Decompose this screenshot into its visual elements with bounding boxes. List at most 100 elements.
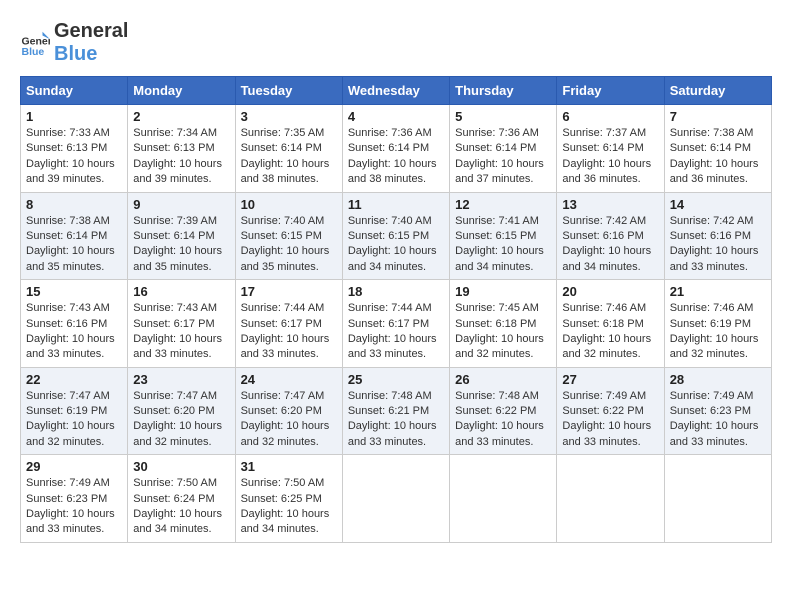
day-info: Sunrise: 7:40 AM Sunset: 6:15 PM Dayligh… xyxy=(348,214,444,276)
calendar-cell: 21 Sunrise: 7:46 AM Sunset: 6:19 PM Dayl… xyxy=(664,280,771,368)
calendar-cell xyxy=(557,455,664,543)
day-number: 16 xyxy=(133,284,229,299)
day-info: Sunrise: 7:43 AM Sunset: 6:16 PM Dayligh… xyxy=(26,301,122,363)
weekday-header-wednesday: Wednesday xyxy=(342,77,449,105)
calendar-cell: 31 Sunrise: 7:50 AM Sunset: 6:25 PM Dayl… xyxy=(235,455,342,543)
day-info: Sunrise: 7:41 AM Sunset: 6:15 PM Dayligh… xyxy=(455,214,551,276)
day-number: 26 xyxy=(455,372,551,387)
day-info: Sunrise: 7:47 AM Sunset: 6:20 PM Dayligh… xyxy=(133,389,229,451)
day-info: Sunrise: 7:48 AM Sunset: 6:22 PM Dayligh… xyxy=(455,389,551,451)
day-info: Sunrise: 7:33 AM Sunset: 6:13 PM Dayligh… xyxy=(26,126,122,188)
calendar-cell: 10 Sunrise: 7:40 AM Sunset: 6:15 PM Dayl… xyxy=(235,192,342,280)
day-info: Sunrise: 7:49 AM Sunset: 6:23 PM Dayligh… xyxy=(670,389,766,451)
calendar-cell: 23 Sunrise: 7:47 AM Sunset: 6:20 PM Dayl… xyxy=(128,367,235,455)
weekday-header-tuesday: Tuesday xyxy=(235,77,342,105)
day-number: 14 xyxy=(670,197,766,212)
day-number: 2 xyxy=(133,109,229,124)
day-info: Sunrise: 7:36 AM Sunset: 6:14 PM Dayligh… xyxy=(455,126,551,188)
day-number: 7 xyxy=(670,109,766,124)
day-info: Sunrise: 7:50 AM Sunset: 6:25 PM Dayligh… xyxy=(241,476,337,538)
calendar-cell: 3 Sunrise: 7:35 AM Sunset: 6:14 PM Dayli… xyxy=(235,105,342,193)
day-number: 25 xyxy=(348,372,444,387)
day-number: 30 xyxy=(133,459,229,474)
day-number: 10 xyxy=(241,197,337,212)
day-number: 29 xyxy=(26,459,122,474)
day-number: 5 xyxy=(455,109,551,124)
calendar-cell: 11 Sunrise: 7:40 AM Sunset: 6:15 PM Dayl… xyxy=(342,192,449,280)
day-info: Sunrise: 7:35 AM Sunset: 6:14 PM Dayligh… xyxy=(241,126,337,188)
calendar-cell: 26 Sunrise: 7:48 AM Sunset: 6:22 PM Dayl… xyxy=(450,367,557,455)
day-number: 11 xyxy=(348,197,444,212)
day-number: 19 xyxy=(455,284,551,299)
calendar-cell: 9 Sunrise: 7:39 AM Sunset: 6:14 PM Dayli… xyxy=(128,192,235,280)
day-number: 31 xyxy=(241,459,337,474)
day-number: 1 xyxy=(26,109,122,124)
day-info: Sunrise: 7:43 AM Sunset: 6:17 PM Dayligh… xyxy=(133,301,229,363)
day-info: Sunrise: 7:46 AM Sunset: 6:19 PM Dayligh… xyxy=(670,301,766,363)
day-number: 6 xyxy=(562,109,658,124)
day-info: Sunrise: 7:49 AM Sunset: 6:22 PM Dayligh… xyxy=(562,389,658,451)
day-info: Sunrise: 7:47 AM Sunset: 6:19 PM Dayligh… xyxy=(26,389,122,451)
logo: General Blue General Blue xyxy=(20,20,128,66)
page-header: General Blue General Blue xyxy=(20,20,772,66)
logo-blue-text: Blue xyxy=(54,43,97,65)
day-info: Sunrise: 7:37 AM Sunset: 6:14 PM Dayligh… xyxy=(562,126,658,188)
calendar-cell: 7 Sunrise: 7:38 AM Sunset: 6:14 PM Dayli… xyxy=(664,105,771,193)
day-info: Sunrise: 7:45 AM Sunset: 6:18 PM Dayligh… xyxy=(455,301,551,363)
calendar-cell: 28 Sunrise: 7:49 AM Sunset: 6:23 PM Dayl… xyxy=(664,367,771,455)
calendar-cell: 8 Sunrise: 7:38 AM Sunset: 6:14 PM Dayli… xyxy=(21,192,128,280)
day-info: Sunrise: 7:42 AM Sunset: 6:16 PM Dayligh… xyxy=(670,214,766,276)
calendar-cell: 14 Sunrise: 7:42 AM Sunset: 6:16 PM Dayl… xyxy=(664,192,771,280)
calendar-cell: 12 Sunrise: 7:41 AM Sunset: 6:15 PM Dayl… xyxy=(450,192,557,280)
calendar-cell: 20 Sunrise: 7:46 AM Sunset: 6:18 PM Dayl… xyxy=(557,280,664,368)
day-info: Sunrise: 7:38 AM Sunset: 6:14 PM Dayligh… xyxy=(26,214,122,276)
calendar-cell: 24 Sunrise: 7:47 AM Sunset: 6:20 PM Dayl… xyxy=(235,367,342,455)
day-number: 17 xyxy=(241,284,337,299)
calendar-cell: 27 Sunrise: 7:49 AM Sunset: 6:22 PM Dayl… xyxy=(557,367,664,455)
day-info: Sunrise: 7:48 AM Sunset: 6:21 PM Dayligh… xyxy=(348,389,444,451)
weekday-header-sunday: Sunday xyxy=(21,77,128,105)
calendar-cell: 22 Sunrise: 7:47 AM Sunset: 6:19 PM Dayl… xyxy=(21,367,128,455)
day-number: 18 xyxy=(348,284,444,299)
day-number: 24 xyxy=(241,372,337,387)
calendar-cell: 25 Sunrise: 7:48 AM Sunset: 6:21 PM Dayl… xyxy=(342,367,449,455)
calendar-cell: 4 Sunrise: 7:36 AM Sunset: 6:14 PM Dayli… xyxy=(342,105,449,193)
day-number: 13 xyxy=(562,197,658,212)
day-number: 15 xyxy=(26,284,122,299)
day-number: 20 xyxy=(562,284,658,299)
calendar-cell: 1 Sunrise: 7:33 AM Sunset: 6:13 PM Dayli… xyxy=(21,105,128,193)
calendar-cell xyxy=(664,455,771,543)
day-number: 4 xyxy=(348,109,444,124)
day-info: Sunrise: 7:47 AM Sunset: 6:20 PM Dayligh… xyxy=(241,389,337,451)
calendar-cell: 19 Sunrise: 7:45 AM Sunset: 6:18 PM Dayl… xyxy=(450,280,557,368)
calendar-cell: 16 Sunrise: 7:43 AM Sunset: 6:17 PM Dayl… xyxy=(128,280,235,368)
day-info: Sunrise: 7:46 AM Sunset: 6:18 PM Dayligh… xyxy=(562,301,658,363)
calendar-cell: 29 Sunrise: 7:49 AM Sunset: 6:23 PM Dayl… xyxy=(21,455,128,543)
day-number: 21 xyxy=(670,284,766,299)
weekday-header-monday: Monday xyxy=(128,77,235,105)
svg-text:Blue: Blue xyxy=(22,46,45,58)
day-info: Sunrise: 7:49 AM Sunset: 6:23 PM Dayligh… xyxy=(26,476,122,538)
day-info: Sunrise: 7:39 AM Sunset: 6:14 PM Dayligh… xyxy=(133,214,229,276)
day-info: Sunrise: 7:44 AM Sunset: 6:17 PM Dayligh… xyxy=(241,301,337,363)
day-number: 22 xyxy=(26,372,122,387)
day-number: 23 xyxy=(133,372,229,387)
day-number: 3 xyxy=(241,109,337,124)
calendar-cell: 13 Sunrise: 7:42 AM Sunset: 6:16 PM Dayl… xyxy=(557,192,664,280)
calendar-table: SundayMondayTuesdayWednesdayThursdayFrid… xyxy=(20,76,772,543)
day-number: 27 xyxy=(562,372,658,387)
calendar-cell: 18 Sunrise: 7:44 AM Sunset: 6:17 PM Dayl… xyxy=(342,280,449,368)
calendar-cell: 2 Sunrise: 7:34 AM Sunset: 6:13 PM Dayli… xyxy=(128,105,235,193)
day-info: Sunrise: 7:36 AM Sunset: 6:14 PM Dayligh… xyxy=(348,126,444,188)
weekday-header-friday: Friday xyxy=(557,77,664,105)
day-info: Sunrise: 7:42 AM Sunset: 6:16 PM Dayligh… xyxy=(562,214,658,276)
calendar-cell: 6 Sunrise: 7:37 AM Sunset: 6:14 PM Dayli… xyxy=(557,105,664,193)
day-number: 28 xyxy=(670,372,766,387)
day-number: 9 xyxy=(133,197,229,212)
day-number: 12 xyxy=(455,197,551,212)
calendar-cell xyxy=(342,455,449,543)
calendar-cell xyxy=(450,455,557,543)
logo-general-text: General xyxy=(54,20,128,42)
calendar-cell: 17 Sunrise: 7:44 AM Sunset: 6:17 PM Dayl… xyxy=(235,280,342,368)
logo-icon: General Blue xyxy=(20,28,50,58)
